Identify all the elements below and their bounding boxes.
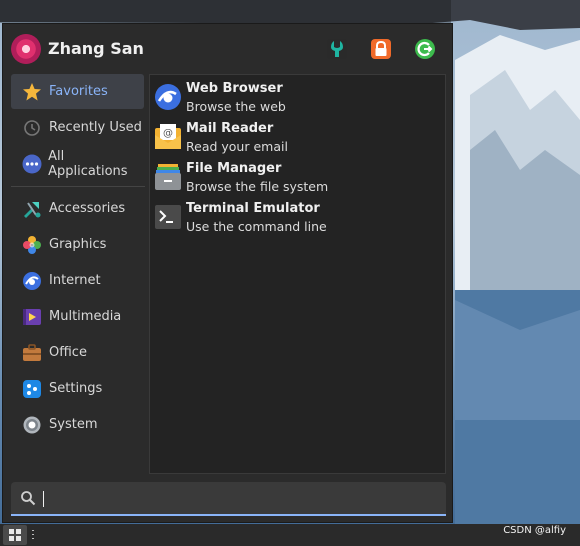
lock-screen-button[interactable] [370,38,392,60]
app-mail-reader[interactable]: @ Mail Reader Read your email [150,117,445,157]
panel-separator [32,530,34,539]
search-bar [11,482,446,516]
lock-screen-icon [371,39,391,59]
app-description: Browse the web [186,99,286,114]
category-label: All Applications [48,148,128,179]
category-label: System [49,417,98,432]
application-menu: Zhang San Favorites Recently Used All Ap… [2,23,453,523]
app-file-manager[interactable]: File Manager Browse the file system [150,157,445,197]
top-panel-shadow [0,0,451,23]
star-icon [21,81,43,103]
application-list: Web Browser Browse the web @ Mail Reader… [149,74,446,474]
category-internet[interactable]: Internet [11,263,144,298]
file-manager-icon [154,163,182,191]
applications-menu-button[interactable] [3,525,27,545]
app-description: Read your email [186,139,288,154]
category-settings[interactable]: Settings [11,371,144,406]
internet-icon [21,270,43,292]
app-name: Mail Reader [186,121,274,136]
web-browser-icon [154,83,182,111]
search-icon [21,491,36,506]
category-multimedia[interactable]: Multimedia [11,299,144,334]
log-out-button[interactable] [414,38,436,60]
category-label: Settings [49,381,103,396]
watermark: CSDN @alfiy [503,525,566,536]
app-description: Browse the file system [186,179,329,194]
svg-text:@: @ [163,128,173,139]
category-label: Favorites [49,84,108,99]
user-name: Zhang San [48,39,144,58]
app-terminal-emulator[interactable]: Terminal Emulator Use the command line [150,197,445,237]
category-label: Internet [49,273,101,288]
app-name: Terminal Emulator [186,201,320,216]
graphics-icon [21,234,43,256]
grid-icon [9,529,21,541]
category-label: Office [49,345,87,360]
category-favorites[interactable]: Favorites [11,74,144,109]
text-cursor [43,491,44,507]
terminal-icon [154,203,182,231]
accessories-icon [21,198,43,220]
multimedia-icon [21,306,43,328]
category-label: Graphics [49,237,107,252]
category-recently-used[interactable]: Recently Used [11,110,144,145]
clock-icon [21,117,43,139]
mail-icon: @ [154,123,182,151]
search-input[interactable] [41,488,440,510]
category-label: Multimedia [49,309,122,324]
category-all-applications[interactable]: All Applications [11,146,144,181]
user-avatar [11,34,41,64]
category-system[interactable]: System [11,407,144,442]
category-graphics[interactable]: Graphics [11,227,144,262]
settings-icon [21,378,43,400]
category-label: Recently Used [49,120,142,135]
taskbar [0,524,580,546]
log-out-icon [415,39,435,59]
category-office[interactable]: Office [11,335,144,370]
app-name: File Manager [186,161,282,176]
briefcase-icon [21,342,43,364]
app-name: Web Browser [186,81,283,96]
category-accessories[interactable]: Accessories [11,191,144,226]
settings-manager-icon [327,39,347,59]
system-gear-icon [21,414,43,436]
dots-icon [21,153,42,175]
settings-manager-button[interactable] [326,38,348,60]
app-web-browser[interactable]: Web Browser Browse the web [150,77,445,117]
sidebar-divider [11,186,145,187]
category-label: Accessories [49,201,126,216]
app-description: Use the command line [186,219,327,234]
menu-header: Zhang San [3,24,452,74]
